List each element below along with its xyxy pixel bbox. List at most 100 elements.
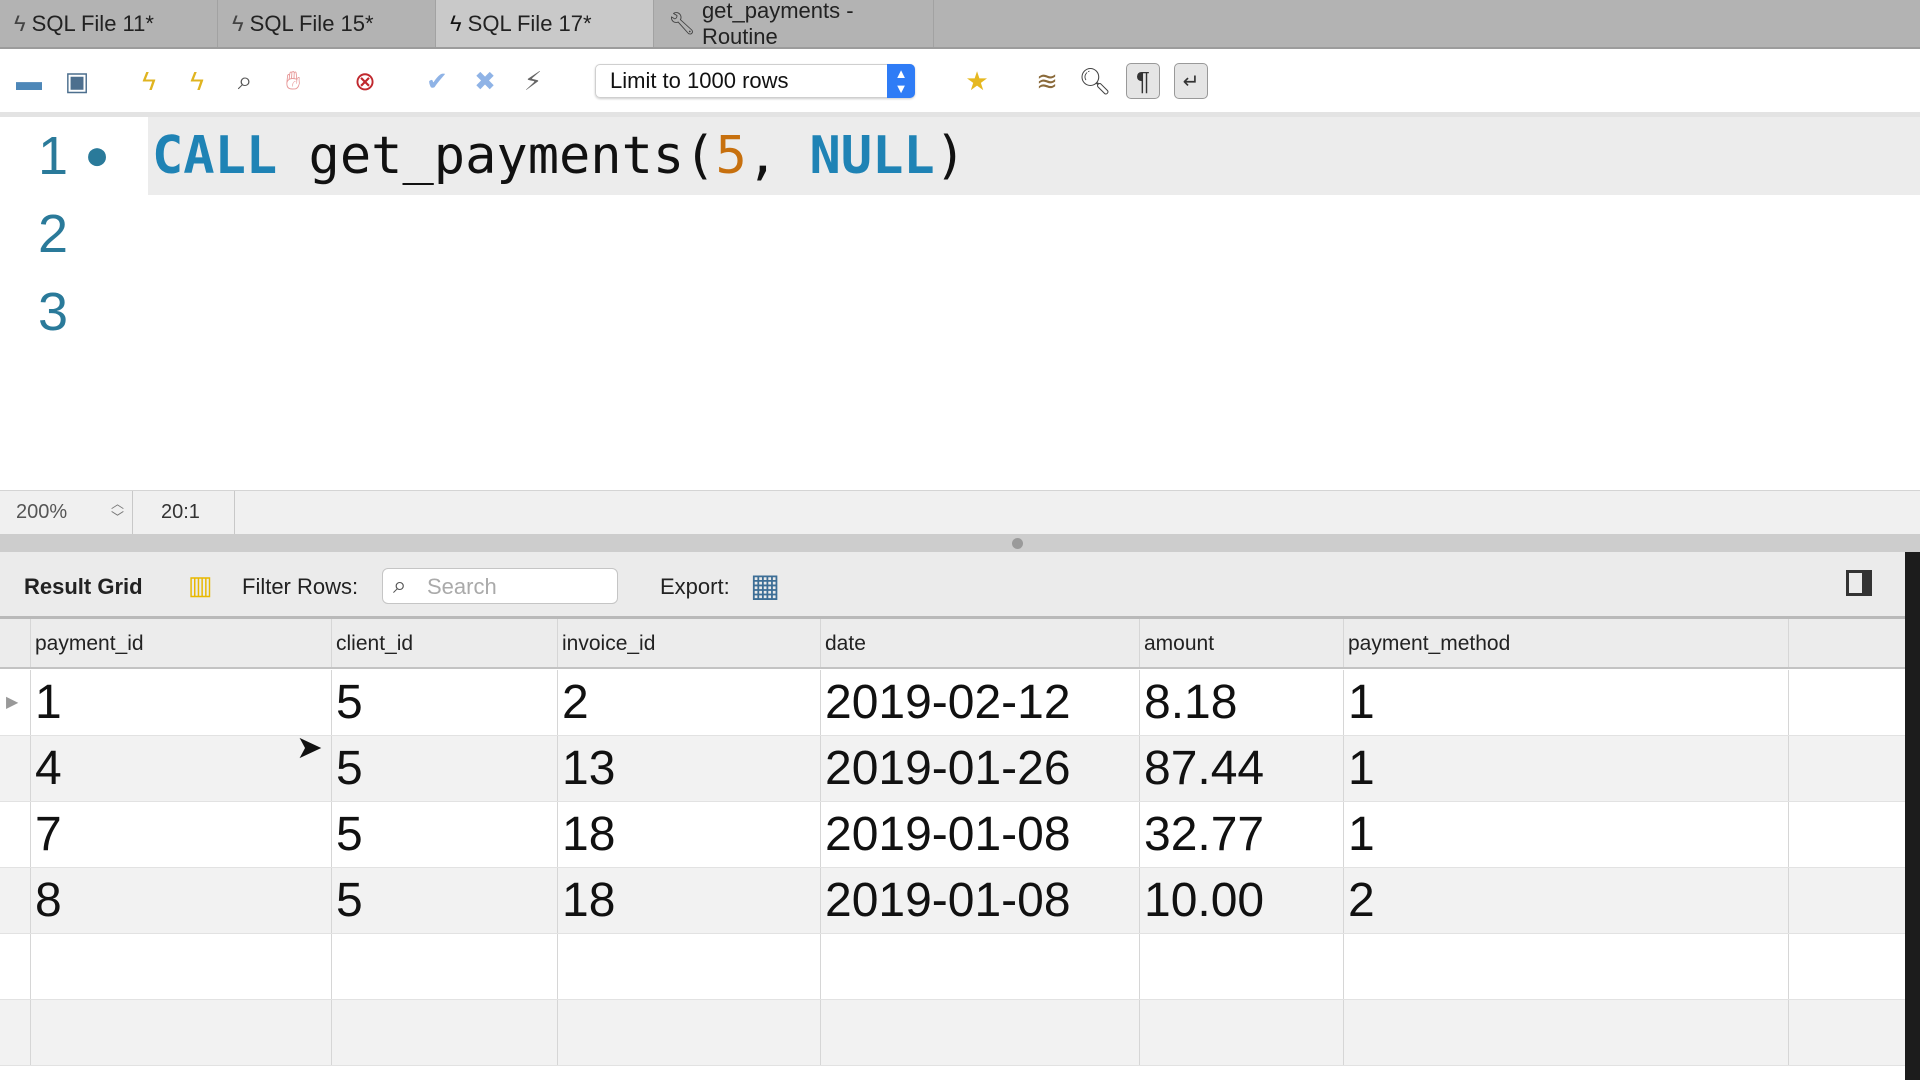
column-header-invoice_id[interactable]: invoice_id: [557, 619, 820, 667]
table-cell[interactable]: [1343, 934, 1348, 999]
table-row[interactable]: 8 5 18 2019-01-08 10.00 2: [0, 868, 1905, 934]
table-cell[interactable]: [820, 934, 825, 999]
table-cell[interactable]: 5: [331, 802, 363, 867]
editor-line: 3: [38, 282, 69, 342]
wrench-icon: 🔧︎: [668, 10, 696, 36]
rollback-icon[interactable]: ✖: [468, 63, 502, 99]
sql-editor[interactable]: 1 ● CALL get_payments(5, NULL) 2 3: [0, 117, 1920, 490]
table-cell[interactable]: [30, 1000, 35, 1065]
editor-status-bar: 200% ︿ ﹀ 20:1: [0, 490, 1920, 534]
column-header-amount[interactable]: amount: [1139, 619, 1343, 667]
column-header-payment_id[interactable]: payment_id: [30, 619, 331, 667]
limit-rows-select[interactable]: Limit to 1000 rows ▲ ▼: [595, 64, 915, 98]
tab-get-payments-routine[interactable]: 🔧︎ get_payments - Routine: [654, 0, 934, 49]
statement-marker-icon: ●: [88, 138, 107, 173]
add-snippet-star-icon[interactable]: ★: [960, 63, 994, 99]
table-cell[interactable]: 5: [331, 736, 363, 801]
table-cell[interactable]: [1139, 934, 1144, 999]
table-cell[interactable]: 32.77: [1139, 802, 1264, 867]
table-row[interactable]: 4 5 13 2019-01-26 87.44 1: [0, 736, 1905, 802]
table-cell[interactable]: [557, 1000, 562, 1065]
tab-sql-file-15[interactable]: ϟ SQL File 15*: [218, 0, 436, 47]
grid-columns-icon[interactable]: ▥: [188, 570, 213, 601]
table-cell[interactable]: [1139, 1000, 1144, 1065]
beautify-broom-icon[interactable]: ≋: [1030, 63, 1064, 99]
table-cell[interactable]: 8: [30, 868, 62, 933]
grid-header: payment_id client_id invoice_id date amount p…: [0, 619, 1905, 669]
table-cell[interactable]: 1: [1343, 802, 1375, 867]
zoom-select[interactable]: 200% ︿ ﹀: [0, 491, 133, 534]
tab-bar: ϟ SQL File 11* ϟ SQL File 15* ϟ SQL File 17…: [0, 0, 1920, 49]
result-grid-label: Result Grid: [24, 574, 143, 599]
table-cell[interactable]: 8.18: [1139, 670, 1237, 735]
panel-splitter[interactable]: [0, 534, 1920, 552]
column-header-payment_method[interactable]: payment_method: [1343, 619, 1788, 667]
lightning-icon: ϟ: [232, 10, 244, 36]
table-cell[interactable]: 1: [30, 670, 62, 735]
autocommit-icon[interactable]: ⚡︎: [516, 63, 550, 99]
word-wrap-icon[interactable]: ↵: [1174, 63, 1208, 99]
table-cell[interactable]: 2019-02-12: [820, 670, 1071, 735]
tab-sql-file-11[interactable]: ϟ SQL File 11*: [0, 0, 218, 47]
explain-icon[interactable]: ⌕: [228, 63, 262, 99]
lightning-icon: ϟ: [14, 10, 26, 36]
table-row[interactable]: ▶ 1 5 2 2019-02-12 8.18 1: [0, 670, 1905, 736]
editor-line: 1 ● CALL get_payments(5, NULL): [0, 117, 1920, 195]
find-icon[interactable]: 🔍︎: [1078, 63, 1112, 99]
table-cell[interactable]: 18: [557, 802, 615, 867]
table-cell[interactable]: [1788, 736, 1793, 801]
table-cell[interactable]: [1788, 670, 1793, 735]
table-cell[interactable]: [30, 934, 35, 999]
table-cell[interactable]: 1: [1343, 670, 1375, 735]
execute-icon[interactable]: ϟ: [132, 63, 166, 99]
invisible-chars-icon[interactable]: ¶: [1126, 63, 1160, 99]
table-cell[interactable]: [1788, 868, 1793, 933]
column-header-client_id[interactable]: client_id: [331, 619, 557, 667]
result-toolbar: Result Grid ▥ Filter Rows: ⌕ Search Expor…: [0, 552, 1905, 619]
tab-sql-file-17[interactable]: ϟ SQL File 17*: [436, 0, 654, 47]
table-cell[interactable]: 4: [30, 736, 62, 801]
commit-icon[interactable]: ✔: [420, 63, 454, 99]
table-cell[interactable]: [331, 1000, 336, 1065]
table-cell[interactable]: 87.44: [1139, 736, 1264, 801]
table-cell[interactable]: [1788, 802, 1793, 867]
table-cell[interactable]: [557, 934, 562, 999]
open-folder-icon[interactable]: ▬: [12, 63, 46, 99]
editor-line: 2: [38, 204, 69, 264]
table-cell[interactable]: 5: [331, 670, 363, 735]
splitter-handle[interactable]: [1012, 538, 1023, 549]
current-row-marker-icon: ▶: [6, 694, 19, 711]
save-icon[interactable]: ▣: [60, 63, 94, 99]
cursor-position: 20:1: [133, 491, 235, 534]
empty-row[interactable]: [0, 1000, 1905, 1066]
table-cell[interactable]: 18: [557, 868, 615, 933]
table-cell[interactable]: 10.00: [1139, 868, 1264, 933]
table-row[interactable]: 7 5 18 2019-01-08 32.77 1: [0, 802, 1905, 868]
table-cell[interactable]: [331, 934, 336, 999]
table-cell[interactable]: 13: [557, 736, 615, 801]
stepper-icon: ︿ ﹀: [110, 496, 124, 525]
table-cell[interactable]: 7: [30, 802, 62, 867]
chevron-updown-icon: ▲ ▼: [887, 64, 915, 98]
stop-on-error-icon[interactable]: ⊗: [348, 63, 382, 99]
column-header-date[interactable]: date: [820, 619, 1139, 667]
table-cell[interactable]: [1343, 1000, 1348, 1065]
table-cell[interactable]: 2019-01-08: [820, 868, 1071, 933]
stop-icon[interactable]: ✋︎: [276, 63, 310, 99]
table-cell[interactable]: 5: [331, 868, 363, 933]
execute-statement-icon[interactable]: ϟ: [180, 63, 214, 99]
table-cell[interactable]: 2019-01-08: [820, 802, 1071, 867]
lightning-icon: ϟ: [450, 10, 462, 36]
export-icon[interactable]: ▦: [750, 566, 780, 604]
export-label: Export:: [660, 574, 730, 599]
table-cell[interactable]: 1: [1343, 736, 1375, 801]
table-cell[interactable]: 2019-01-26: [820, 736, 1071, 801]
table-cell[interactable]: [820, 1000, 825, 1065]
table-cell[interactable]: [1788, 934, 1793, 999]
table-cell[interactable]: 2: [1343, 868, 1375, 933]
table-cell[interactable]: [1788, 1000, 1793, 1065]
table-cell[interactable]: 2: [557, 670, 589, 735]
toggle-sidebar-icon[interactable]: [1846, 570, 1872, 596]
empty-row[interactable]: [0, 934, 1905, 1000]
filter-search-input[interactable]: ⌕ Search: [382, 568, 618, 604]
